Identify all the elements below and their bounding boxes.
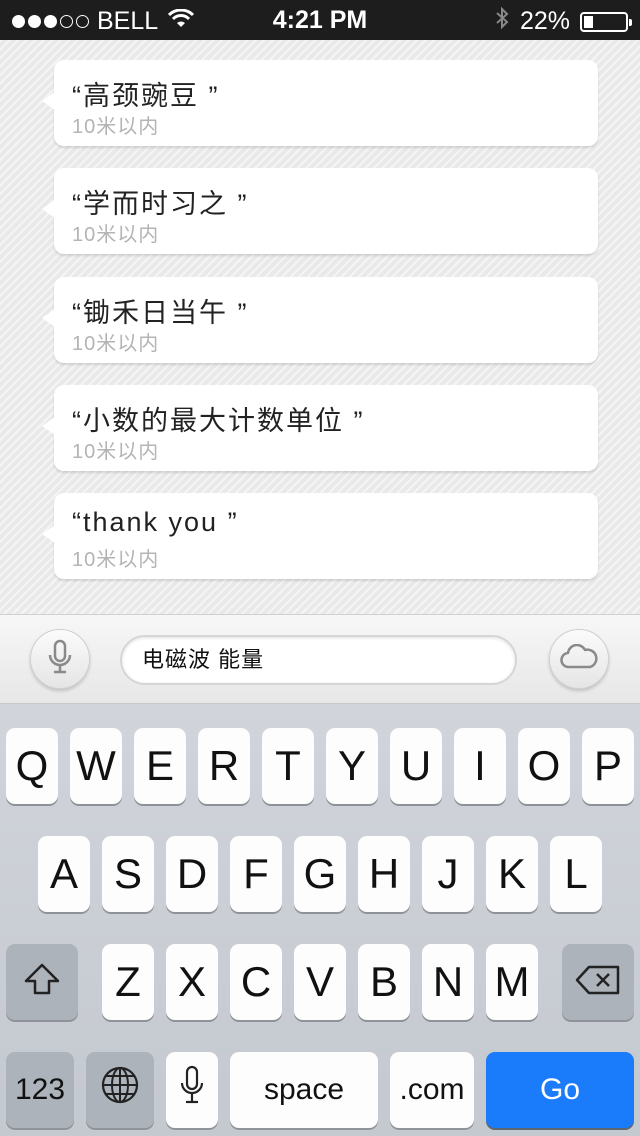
- key-r[interactable]: R: [198, 728, 250, 804]
- microphone-icon: [179, 1065, 205, 1115]
- keyboard: Q W E R T Y U I O P A S D F G H J K L Z …: [0, 704, 640, 1136]
- dotcom-key[interactable]: .com: [390, 1052, 474, 1128]
- result-bubble[interactable]: “高颈豌豆 ” 10米以内: [42, 60, 598, 146]
- result-distance: 10米以内: [72, 224, 160, 246]
- globe-key[interactable]: [86, 1052, 154, 1128]
- shift-key[interactable]: [6, 944, 78, 1020]
- key-d[interactable]: D: [166, 836, 218, 912]
- key-b[interactable]: B: [358, 944, 410, 1020]
- key-g[interactable]: G: [294, 836, 346, 912]
- battery-icon: [580, 11, 632, 32]
- search-input[interactable]: 电磁波 能量: [120, 635, 517, 685]
- globe-icon: [100, 1065, 140, 1115]
- key-o[interactable]: O: [518, 728, 570, 804]
- cloud-icon: [560, 643, 598, 675]
- status-bar: BELL 4:21 PM 22%: [0, 0, 640, 40]
- key-e[interactable]: E: [134, 728, 186, 804]
- status-right: 22%: [494, 6, 632, 37]
- key-c[interactable]: C: [230, 944, 282, 1020]
- result-distance: 10米以内: [72, 116, 160, 138]
- numbers-key[interactable]: 123: [6, 1052, 74, 1128]
- result-title: “小数的最大计数单位 ”: [72, 406, 365, 436]
- key-i[interactable]: I: [454, 728, 506, 804]
- key-p[interactable]: P: [582, 728, 634, 804]
- backspace-icon: [574, 958, 622, 1006]
- key-u[interactable]: U: [390, 728, 442, 804]
- result-title: “学而时习之 ”: [72, 189, 249, 219]
- result-title: “thank you ”: [72, 507, 239, 537]
- result-title: “高颈豌豆 ”: [72, 81, 220, 111]
- result-bubble[interactable]: “thank you ” 10米以内: [42, 493, 598, 579]
- key-y[interactable]: Y: [326, 728, 378, 804]
- key-n[interactable]: N: [422, 944, 474, 1020]
- key-k[interactable]: K: [486, 836, 538, 912]
- key-a[interactable]: A: [38, 836, 90, 912]
- key-m[interactable]: M: [486, 944, 538, 1020]
- key-z[interactable]: Z: [102, 944, 154, 1020]
- dictation-key[interactable]: [166, 1052, 218, 1128]
- result-bubble[interactable]: “学而时习之 ” 10米以内: [42, 168, 598, 254]
- key-v[interactable]: V: [294, 944, 346, 1020]
- battery-percent: 22%: [519, 7, 570, 35]
- go-key[interactable]: Go: [486, 1052, 634, 1128]
- key-q[interactable]: Q: [6, 728, 58, 804]
- key-s[interactable]: S: [102, 836, 154, 912]
- key-x[interactable]: X: [166, 944, 218, 1020]
- delete-key[interactable]: [562, 944, 634, 1020]
- result-bubble[interactable]: “小数的最大计数单位 ” 10米以内: [42, 385, 598, 471]
- key-h[interactable]: H: [358, 836, 410, 912]
- voice-input-button[interactable]: [30, 629, 90, 689]
- result-distance: 10米以内: [72, 549, 160, 571]
- key-t[interactable]: T: [262, 728, 314, 804]
- bluetooth-icon: [494, 6, 510, 37]
- input-bar: 电磁波 能量: [0, 614, 640, 704]
- result-bubble[interactable]: “锄禾日当午 ” 10米以内: [42, 277, 598, 363]
- battery-level: [584, 15, 593, 28]
- result-distance: 10米以内: [72, 333, 160, 355]
- key-l[interactable]: L: [550, 836, 602, 912]
- cloud-button[interactable]: [549, 629, 609, 689]
- key-j[interactable]: J: [422, 836, 474, 912]
- results-list: “高颈豌豆 ” 10米以内 “学而时习之 ” 10米以内 “锄禾日当午 ” 10…: [0, 40, 640, 614]
- result-title: “锄禾日当午 ”: [72, 298, 249, 328]
- shift-icon: [22, 958, 62, 1006]
- result-distance: 10米以内: [72, 441, 160, 463]
- key-f[interactable]: F: [230, 836, 282, 912]
- space-key[interactable]: space: [230, 1052, 378, 1128]
- microphone-icon: [47, 639, 73, 680]
- key-w[interactable]: W: [70, 728, 122, 804]
